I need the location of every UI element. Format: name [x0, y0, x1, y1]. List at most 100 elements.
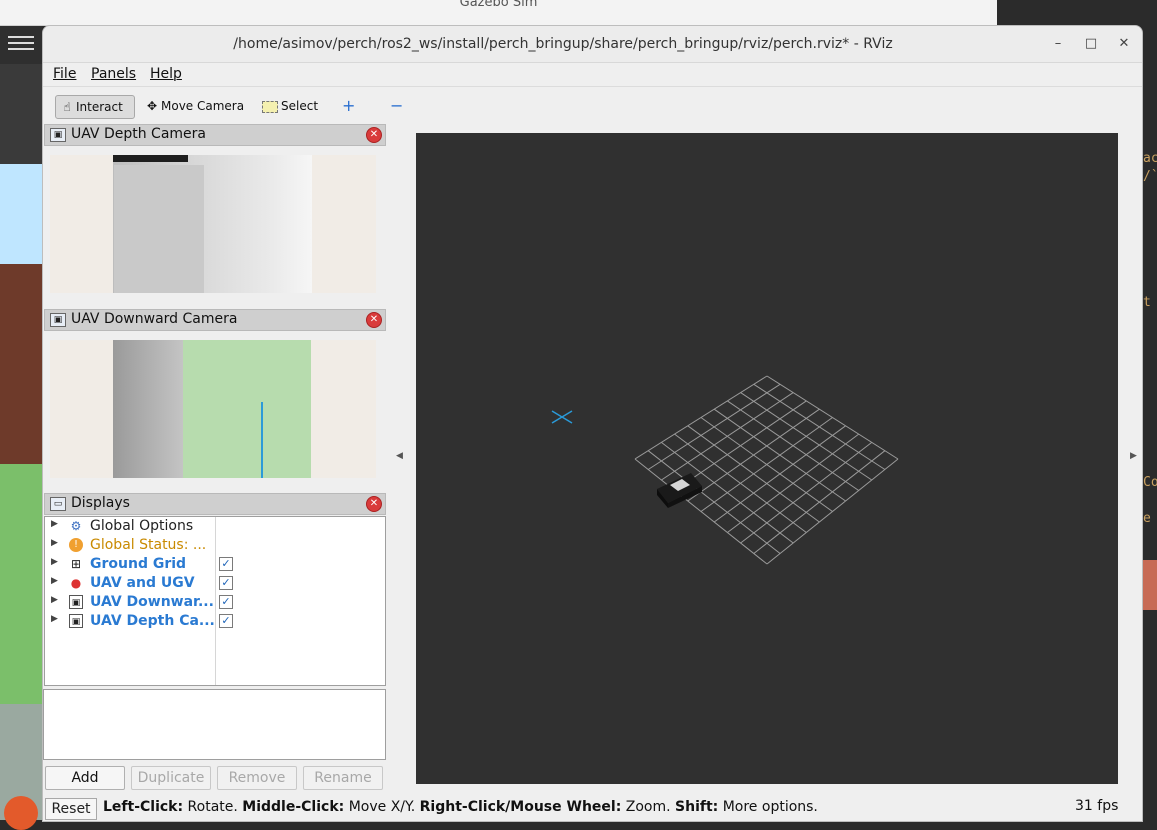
minimize-button[interactable]: – [1049, 35, 1067, 53]
visibility-checkbox[interactable]: ✓ [219, 576, 233, 590]
help-desc: More options. [718, 799, 818, 815]
remove-tool-icon[interactable]: − [386, 95, 407, 117]
menu-help[interactable]: Help [150, 66, 182, 82]
move-camera-label: Move Camera [161, 99, 245, 113]
image-icon: ▣ [50, 128, 66, 142]
expand-arrow-icon[interactable]: ▶ [51, 538, 58, 548]
expand-arrow-icon[interactable]: ▶ [51, 614, 58, 624]
status-bar: Reset Left-Click: Rotate. Middle-Click: … [43, 796, 1142, 821]
hand-icon: ☝ [63, 100, 71, 114]
add-tool-icon[interactable]: + [338, 95, 359, 117]
close-icon[interactable]: ✕ [366, 127, 382, 143]
background-window-title: Gazebo Sim [459, 0, 538, 10]
display-label: UAV Downwar... [90, 594, 214, 610]
display-row-global-status[interactable]: ▶ ! Global Status: ... [45, 536, 385, 555]
help-desc: Zoom. [621, 799, 676, 815]
expand-arrow-icon[interactable]: ▶ [51, 519, 58, 529]
grid-line [713, 425, 846, 523]
display-row-uav-depth[interactable]: ▶ ▣ UAV Depth Ca... ✓ [45, 612, 385, 631]
robot-model-icon: ● [70, 576, 82, 590]
grid-line [727, 433, 859, 533]
close-icon[interactable]: ✕ [366, 496, 382, 512]
pause-icon[interactable] [4, 796, 38, 830]
menu-bar: File Panels Help [43, 63, 1142, 85]
maximize-button[interactable]: □ [1082, 35, 1100, 53]
interact-tool-button[interactable]: ☝ Interact [55, 95, 135, 119]
grid-line [687, 425, 820, 523]
displays-panel-title: Displays [71, 495, 130, 511]
background-3d-scene [0, 164, 42, 820]
grid-line [634, 458, 768, 565]
3d-viewport[interactable] [416, 133, 1118, 784]
splitter-right-arrow-icon[interactable]: ▶ [1130, 451, 1137, 461]
display-description-box [43, 689, 386, 760]
gear-icon: ⚙ [70, 519, 82, 533]
display-label: Ground Grid [90, 556, 187, 572]
display-row-global-options[interactable]: ▶ ⚙ Global Options [45, 517, 385, 536]
rviz-window: /home/asimov/perch/ros2_ws/install/perch… [42, 25, 1143, 822]
downward-camera-panel-header: ▣ UAV Downward Camera ✕ [44, 309, 386, 331]
expand-arrow-icon[interactable]: ▶ [51, 595, 58, 605]
visibility-checkbox[interactable]: ✓ [219, 595, 233, 609]
title-bar: /home/asimov/perch/ros2_ws/install/perch… [43, 26, 1142, 63]
depth-camera-strip [113, 155, 188, 162]
image-icon: ▣ [69, 595, 83, 609]
fps-counter: 31 fps [1075, 798, 1119, 814]
background-terminal-text: ac /` t Co e [1143, 151, 1157, 526]
help-desc: Move X/Y. [344, 799, 420, 815]
rename-display-button[interactable]: Rename [303, 766, 383, 790]
help-key: Shift: [675, 799, 719, 815]
toolbar: ☝ Interact ✥ Move Camera Select + − [43, 86, 1142, 121]
splitter-left-arrow-icon[interactable]: ◀ [396, 451, 403, 461]
downward-camera-panel-title: UAV Downward Camera [71, 311, 238, 327]
downward-camera-view [50, 340, 376, 478]
grid-line [740, 442, 873, 544]
display-row-uav-and-ugv[interactable]: ▶ ● UAV and UGV ✓ [45, 574, 385, 593]
remove-display-button[interactable]: Remove [217, 766, 297, 790]
select-label: Select [281, 99, 319, 113]
help-key: Right-Click/Mouse Wheel: [419, 799, 622, 815]
warning-icon: ! [69, 538, 83, 552]
expand-arrow-icon[interactable]: ▶ [51, 576, 58, 586]
display-row-uav-downward[interactable]: ▶ ▣ UAV Downwar... ✓ [45, 593, 385, 612]
displays-tree: ▶ ⚙ Global Options ▶ ! Global Status: ..… [44, 516, 386, 686]
depth-camera-panel-title: UAV Depth Camera [71, 126, 206, 142]
duplicate-display-button[interactable]: Duplicate [131, 766, 211, 790]
display-label: UAV and UGV [90, 575, 195, 591]
window-title: /home/asimov/perch/ros2_ws/install/perch… [233, 36, 893, 52]
mouse-help-text: Left-Click: Rotate. Middle-Click: Move X… [103, 799, 818, 815]
menu-panels[interactable]: Panels [91, 66, 136, 82]
downward-camera-line [261, 402, 263, 478]
help-key: Middle-Click: [242, 799, 345, 815]
downward-camera-image [113, 340, 311, 478]
select-tool-button[interactable]: Select [258, 95, 322, 117]
add-display-button[interactable]: Add [45, 766, 125, 790]
grid-icon: ⊞ [70, 557, 82, 571]
close-button[interactable]: ✕ [1115, 35, 1133, 53]
grid-line [753, 450, 886, 554]
depth-camera-view [50, 155, 376, 293]
interact-label: Interact [76, 100, 123, 114]
hamburger-menu-icon[interactable] [8, 32, 34, 52]
move-camera-tool-button[interactable]: ✥ Move Camera [141, 95, 248, 117]
select-icon [262, 100, 278, 113]
background-block [1143, 560, 1157, 610]
ground-grid [634, 375, 899, 565]
visibility-checkbox[interactable]: ✓ [219, 614, 233, 628]
menu-file[interactable]: File [53, 66, 76, 82]
monitor-icon: ▭ [50, 497, 66, 511]
close-icon[interactable]: ✕ [366, 312, 382, 328]
help-desc: Rotate. [183, 799, 243, 815]
downward-camera-wall [113, 340, 183, 478]
displays-panel-header: ▭ Displays ✕ [44, 493, 386, 515]
move-camera-icon: ✥ [146, 99, 158, 113]
visibility-checkbox[interactable]: ✓ [219, 557, 233, 571]
reset-button[interactable]: Reset [45, 798, 97, 820]
display-label: Global Status: ... [90, 537, 207, 553]
image-icon: ▣ [69, 614, 83, 628]
display-label: UAV Depth Ca... [90, 613, 215, 629]
depth-camera-panel-header: ▣ UAV Depth Camera ✕ [44, 124, 386, 146]
expand-arrow-icon[interactable]: ▶ [51, 557, 58, 567]
help-key: Left-Click: [103, 799, 184, 815]
display-row-ground-grid[interactable]: ▶ ⊞ Ground Grid ✓ [45, 555, 385, 574]
